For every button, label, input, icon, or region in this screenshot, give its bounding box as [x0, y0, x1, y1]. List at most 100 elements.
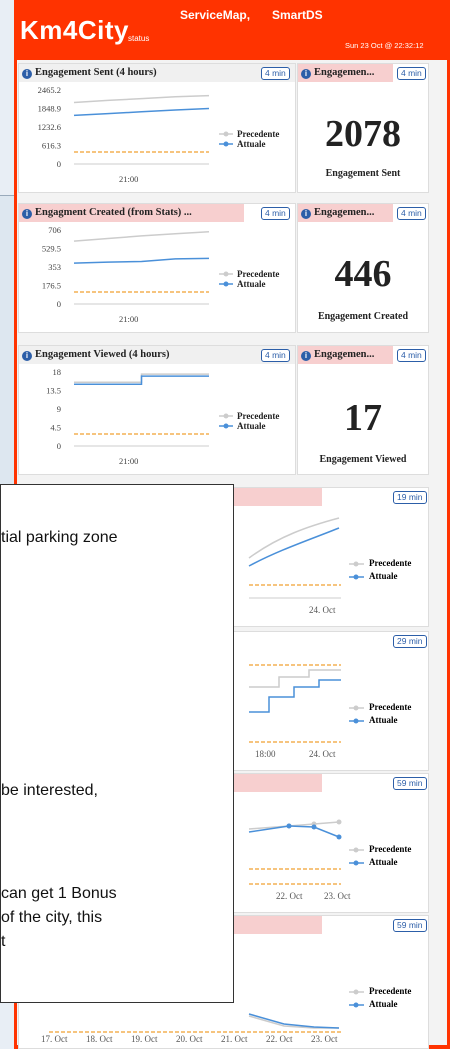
callout-line: of the city, this — [1, 909, 103, 926]
smartds-link[interactable]: SmartDS — [272, 8, 323, 22]
legend-label: Attuale — [237, 421, 266, 431]
legend-label: Precedente — [237, 269, 279, 279]
refresh-badge[interactable]: 4 min — [397, 67, 426, 80]
line-chart: 18 13.5 9 4.5 0 21:00 PrecedenteAttuale — [46, 367, 279, 466]
series-line — [73, 257, 210, 264]
legend-previous: Precedente — [369, 844, 412, 854]
legend-label: Attuale — [237, 279, 266, 289]
y-tick: 353 — [48, 262, 61, 272]
widget-engagement-created-chart: i Engagment Created (from Stats) ... 4 mi… — [18, 203, 296, 333]
y-tick: 18 — [53, 367, 62, 377]
series-line — [73, 107, 210, 117]
background-panel — [0, 195, 14, 486]
legend-previous: Precedente — [369, 702, 412, 712]
refresh-badge[interactable]: 4 min — [261, 207, 290, 220]
x-tick: 20. Oct — [176, 1034, 203, 1044]
header-datetime: Sun 23 Oct @ 22:32:12 — [345, 41, 424, 50]
y-tick: 616.3 — [42, 141, 61, 151]
series-line — [73, 94, 210, 104]
legend-marker — [223, 281, 229, 287]
refresh-badge[interactable]: 4 min — [261, 67, 290, 80]
callout-line: t — [1, 933, 6, 950]
x-tick: 22. Oct — [266, 1034, 293, 1044]
x-tick: 23. Oct — [311, 1034, 338, 1044]
refresh-badge[interactable]: 4 min — [397, 349, 426, 362]
x-tick: 21:00 — [119, 456, 138, 466]
legend-current: Attuale — [369, 571, 398, 581]
widget-title-bar: i Engagemen... — [298, 204, 393, 222]
legend-marker — [223, 423, 229, 429]
info-icon[interactable]: i — [22, 209, 32, 219]
x-tick: 24. Oct — [309, 605, 336, 615]
widget-title: Engagement Sent (4 hours) — [35, 67, 157, 78]
engagement-created-label: Engagement Created — [317, 311, 409, 322]
brand-title[interactable]: Km4City — [20, 15, 129, 46]
widget-title-bar: i Engagemen... — [298, 64, 393, 82]
y-tick: 0 — [57, 299, 61, 309]
legend-previous: Precedente — [369, 986, 412, 996]
refresh-badge[interactable]: 4 min — [261, 349, 290, 362]
info-icon[interactable]: i — [22, 351, 32, 361]
y-tick: 1848.9 — [38, 104, 61, 114]
legend-marker — [223, 271, 229, 277]
brand-subtitle: status — [128, 34, 150, 43]
y-tick: 706 — [48, 225, 61, 235]
widget-title: Engagemen... — [314, 67, 375, 78]
legend-marker — [223, 131, 229, 137]
info-icon[interactable]: i — [301, 209, 311, 219]
x-tick: 22. Oct — [276, 891, 303, 901]
y-tick: 1232.6 — [38, 122, 61, 132]
y-tick: 9 — [57, 404, 61, 414]
series-line — [74, 375, 209, 386]
widget-title-bar: i Engagement Sent (4 hours) — [19, 64, 295, 82]
widget-engagement-sent-value: i Engagemen... 4 min 2078 Engagement Sent — [297, 63, 429, 193]
legend-label: Precedente — [237, 411, 279, 421]
widget-engagement-sent-chart: i Engagement Sent (4 hours) 4 min 2465.2 1… — [18, 63, 296, 193]
callout-box: tial parking zone be interested, can get… — [0, 484, 234, 1003]
widget-engagement-viewed-value: i Engagemen... 4 min 17 Engagement Viewed — [297, 345, 429, 475]
widget-title-bar: i Engagement Viewed (4 hours) — [19, 346, 295, 364]
info-icon[interactable]: i — [301, 69, 311, 79]
engagement-created-value: 446 — [334, 253, 392, 295]
legend-previous: Precedente — [369, 558, 412, 568]
widget-title: Engagement Viewed (4 hours) — [35, 349, 170, 360]
widget-title-bar: i Engagment Created (from Stats) ... — [19, 204, 244, 222]
engagement-sent-value: 2078 — [325, 113, 401, 155]
engagement-sent-label: Engagement Sent — [325, 168, 401, 179]
legend-current: Attuale — [369, 715, 398, 725]
servicemap-link[interactable]: ServiceMap, — [180, 8, 250, 22]
x-tick: 23. Oct — [324, 891, 351, 901]
legend-marker — [223, 141, 229, 147]
legend-label: Precedente — [237, 129, 279, 139]
y-tick: 2465.2 — [38, 85, 61, 95]
y-tick: 0 — [57, 441, 61, 451]
y-tick: 4.5 — [50, 423, 61, 433]
y-tick: 0 — [57, 159, 61, 169]
engagement-viewed-value: 17 — [344, 397, 382, 439]
x-tick: 21:00 — [119, 174, 138, 184]
refresh-badge[interactable]: 4 min — [397, 207, 426, 220]
y-tick: 13.5 — [46, 386, 61, 396]
widget-title: Engagemen... — [314, 349, 375, 360]
engagement-viewed-label: Engagement Viewed — [319, 454, 407, 465]
x-tick: 18. Oct — [86, 1034, 113, 1044]
callout-line: tial parking zone — [1, 529, 118, 546]
x-tick: 17. Oct — [41, 1034, 68, 1044]
legend-current: Attuale — [369, 857, 398, 867]
series-line — [73, 230, 210, 242]
legend-marker — [223, 413, 229, 419]
x-tick: 21. Oct — [221, 1034, 248, 1044]
y-tick: 176.5 — [42, 281, 61, 291]
widget-engagement-created-value: i Engagemen... 4 min 446 Engagement Creat… — [297, 203, 429, 333]
info-icon[interactable]: i — [301, 351, 311, 361]
widget-title: Engagment Created (from Stats) ... — [35, 207, 192, 218]
legend-current: Attuale — [369, 999, 398, 1009]
line-chart: 2465.2 1848.9 1232.6 616.3 0 21:00 PrecedenteA… — [38, 85, 280, 184]
y-tick: 529.5 — [42, 244, 61, 254]
x-tick: 24. Oct — [309, 749, 336, 759]
widget-engagement-viewed-chart: i Engagement Viewed (4 hours) 4 min 18 13.… — [18, 345, 296, 475]
x-tick: 18:00 — [255, 749, 276, 759]
x-tick: 21:00 — [119, 314, 138, 324]
callout-line: be interested, — [1, 782, 98, 799]
info-icon[interactable]: i — [22, 69, 32, 79]
